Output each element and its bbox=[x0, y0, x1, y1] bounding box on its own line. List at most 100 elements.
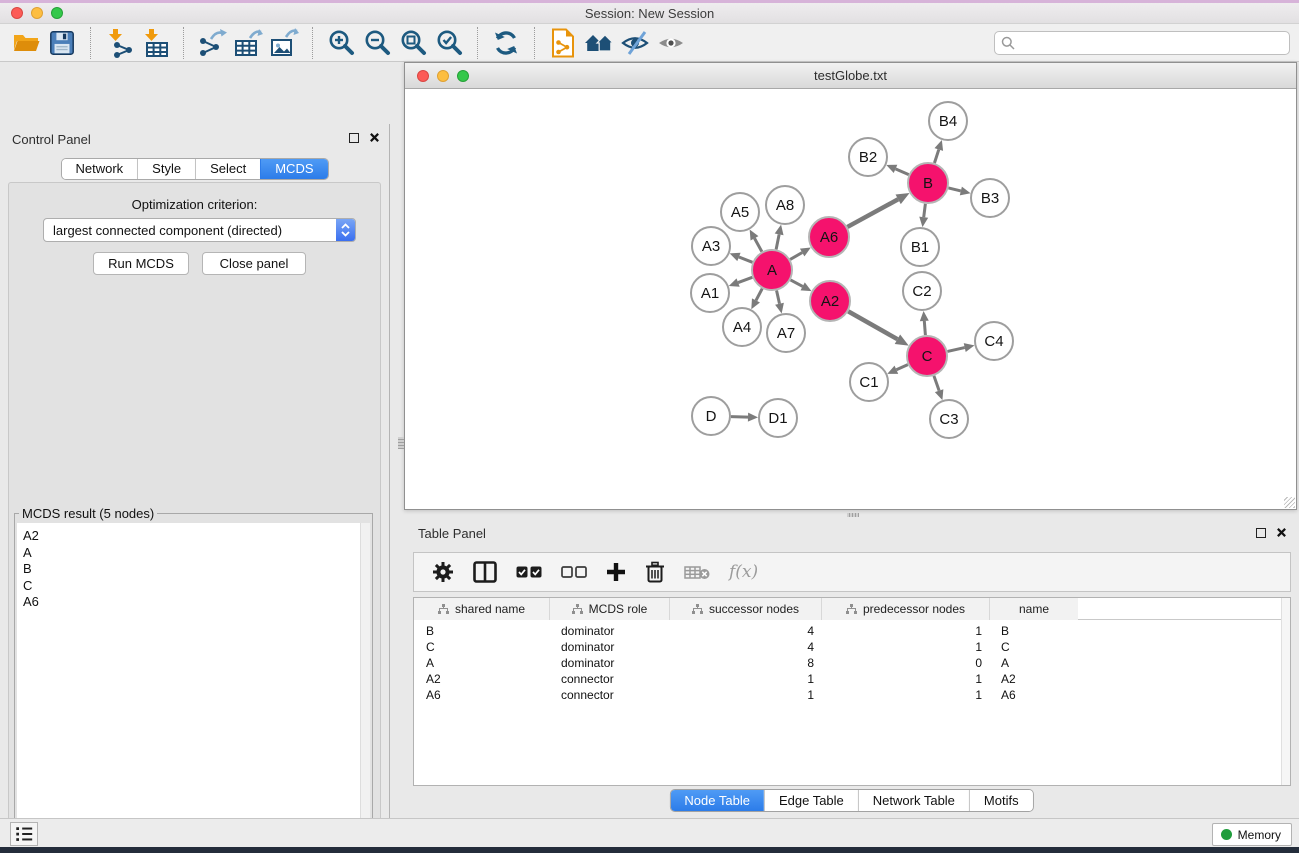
node-B[interactable]: B bbox=[908, 163, 948, 203]
run-mcds-button[interactable]: Run MCDS bbox=[93, 252, 189, 275]
edge-D-D1[interactable] bbox=[731, 413, 758, 422]
result-item[interactable]: C bbox=[23, 578, 370, 595]
table-options-button[interactable] bbox=[432, 561, 454, 583]
float-panel-icon[interactable] bbox=[349, 133, 359, 143]
node-C2[interactable]: C2 bbox=[903, 272, 941, 310]
node-B1[interactable]: B1 bbox=[901, 228, 939, 266]
import-network-button[interactable] bbox=[101, 26, 137, 60]
node-A8[interactable]: A8 bbox=[766, 186, 804, 224]
close-panel-button[interactable]: Close panel bbox=[202, 252, 306, 275]
node-B4[interactable]: B4 bbox=[929, 102, 967, 140]
table-row[interactable]: A2connector11A2 bbox=[414, 671, 1290, 687]
edge-B-B1[interactable] bbox=[919, 204, 928, 227]
table-row[interactable]: Bdominator41B bbox=[414, 623, 1290, 639]
memory-button[interactable]: Memory bbox=[1212, 823, 1292, 846]
close-panel-icon[interactable] bbox=[1276, 527, 1287, 538]
node-A7[interactable]: A7 bbox=[767, 314, 805, 352]
hide-details-button[interactable] bbox=[617, 26, 653, 60]
select-all-columns-button[interactable] bbox=[516, 566, 542, 578]
criterion-dropdown[interactable]: largest connected component (directed) bbox=[43, 218, 356, 242]
import-table-button[interactable] bbox=[137, 26, 173, 60]
edge-A6-B[interactable] bbox=[847, 193, 909, 227]
home-button[interactable] bbox=[581, 26, 617, 60]
add-column-button[interactable] bbox=[606, 562, 626, 582]
tab-style[interactable]: Style bbox=[137, 159, 195, 179]
edge-A2-C[interactable] bbox=[848, 311, 908, 345]
edge-B-B3[interactable] bbox=[948, 187, 970, 196]
table-scrollbar[interactable] bbox=[1281, 598, 1290, 785]
edge-A-A5[interactable] bbox=[750, 230, 762, 252]
tab-mcds[interactable]: MCDS bbox=[260, 159, 327, 179]
network-canvas[interactable]: B4B2BB3A5A8A3A6B1AA1C2A2A4A7C4CC1DD1C3 bbox=[405, 89, 1296, 509]
save-session-button[interactable] bbox=[44, 26, 80, 60]
column-header-name[interactable]: name bbox=[989, 598, 1078, 620]
node-D1[interactable]: D1 bbox=[759, 399, 797, 437]
node-C1[interactable]: C1 bbox=[850, 363, 888, 401]
network-from-file-button[interactable] bbox=[545, 26, 581, 60]
node-D[interactable]: D bbox=[692, 397, 730, 435]
result-item[interactable]: A bbox=[23, 545, 370, 562]
edge-B-B2[interactable] bbox=[886, 165, 908, 175]
node-B3[interactable]: B3 bbox=[971, 179, 1009, 217]
export-network-button[interactable] bbox=[194, 26, 230, 60]
edge-A-A2[interactable] bbox=[791, 280, 812, 291]
result-item[interactable]: A6 bbox=[23, 594, 370, 611]
edge-A-A7[interactable] bbox=[775, 290, 784, 313]
show-columns-button[interactable] bbox=[473, 561, 497, 583]
refresh-button[interactable] bbox=[488, 26, 524, 60]
tab-node-table[interactable]: Node Table bbox=[670, 790, 764, 811]
network-window-titlebar[interactable]: testGlobe.txt bbox=[405, 63, 1296, 89]
table-row[interactable]: A6connector11A6 bbox=[414, 687, 1290, 703]
node-C3[interactable]: C3 bbox=[930, 400, 968, 438]
deselect-all-columns-button[interactable] bbox=[561, 566, 587, 578]
node-C[interactable]: C bbox=[907, 336, 947, 376]
export-image-button[interactable] bbox=[266, 26, 302, 60]
node-A3[interactable]: A3 bbox=[692, 227, 730, 265]
edge-C-C4[interactable] bbox=[947, 343, 974, 352]
tab-network-table[interactable]: Network Table bbox=[858, 790, 969, 811]
edge-C-C1[interactable] bbox=[887, 365, 908, 374]
edge-A-A4[interactable] bbox=[751, 289, 762, 310]
zoom-selected-button[interactable] bbox=[431, 26, 467, 60]
delete-table-button[interactable] bbox=[684, 565, 710, 580]
edge-A-A3[interactable] bbox=[730, 253, 753, 263]
node-A2[interactable]: A2 bbox=[810, 281, 850, 321]
node-A6[interactable]: A6 bbox=[809, 217, 849, 257]
tab-motifs[interactable]: Motifs bbox=[969, 790, 1033, 811]
tab-network[interactable]: Network bbox=[61, 159, 137, 179]
zoom-out-button[interactable] bbox=[359, 26, 395, 60]
node-A[interactable]: A bbox=[752, 250, 792, 290]
node-A5[interactable]: A5 bbox=[721, 193, 759, 231]
edge-A-A8[interactable] bbox=[775, 225, 784, 250]
show-details-button[interactable] bbox=[653, 26, 689, 60]
result-item[interactable]: B bbox=[23, 561, 370, 578]
edge-C-C2[interactable] bbox=[920, 311, 929, 335]
table-row[interactable]: Cdominator41C bbox=[414, 639, 1290, 655]
column-header-successor-nodes[interactable]: successor nodes bbox=[669, 598, 821, 620]
tab-select[interactable]: Select bbox=[195, 159, 260, 179]
open-session-button[interactable] bbox=[8, 26, 44, 60]
edge-C-C3[interactable] bbox=[934, 376, 943, 400]
node-A1[interactable]: A1 bbox=[691, 274, 729, 312]
zoom-in-button[interactable] bbox=[323, 26, 359, 60]
node-B2[interactable]: B2 bbox=[849, 138, 887, 176]
task-history-button[interactable] bbox=[10, 822, 38, 846]
result-item[interactable]: A2 bbox=[23, 528, 370, 545]
column-header-predecessor-nodes[interactable]: predecessor nodes bbox=[821, 598, 989, 620]
column-header-mcds-role[interactable]: MCDS role bbox=[549, 598, 669, 620]
column-header-shared-name[interactable]: shared name bbox=[414, 598, 549, 620]
edge-A-A6[interactable] bbox=[790, 248, 811, 260]
close-panel-icon[interactable] bbox=[369, 132, 380, 143]
node-C4[interactable]: C4 bbox=[975, 322, 1013, 360]
edge-B-B4[interactable] bbox=[934, 140, 943, 163]
function-builder-button[interactable]: f(x) bbox=[729, 562, 758, 582]
window-resize-grip[interactable] bbox=[1284, 497, 1295, 508]
table-row[interactable]: Adominator80A bbox=[414, 655, 1290, 671]
float-panel-icon[interactable] bbox=[1256, 528, 1266, 538]
tab-edge-table[interactable]: Edge Table bbox=[764, 790, 858, 811]
delete-column-button[interactable] bbox=[645, 561, 665, 583]
export-table-button[interactable] bbox=[230, 26, 266, 60]
search-input[interactable] bbox=[994, 31, 1290, 55]
edge-A-A1[interactable] bbox=[729, 277, 753, 286]
zoom-fit-button[interactable] bbox=[395, 26, 431, 60]
